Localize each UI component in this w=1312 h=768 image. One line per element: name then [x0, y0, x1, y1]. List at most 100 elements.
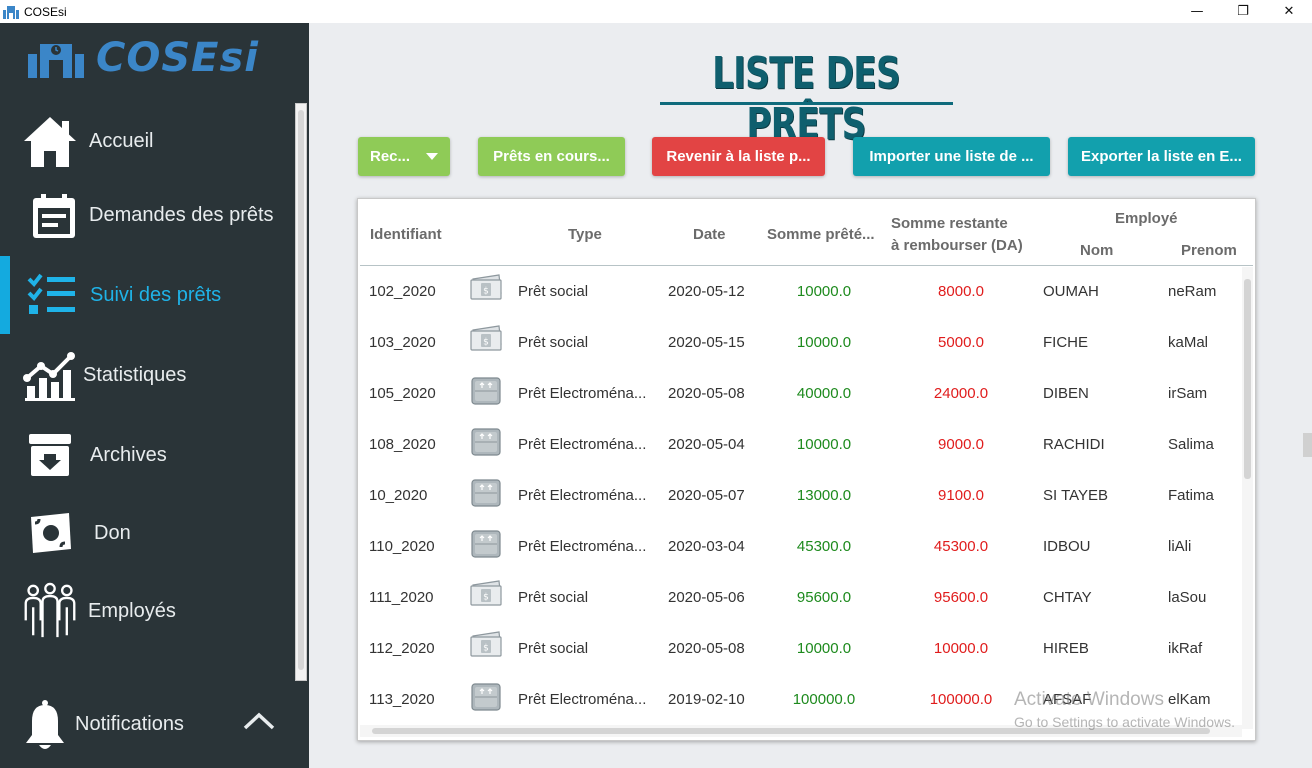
column-header-identifiant[interactable]: Identifiant — [370, 226, 442, 243]
sidebar-item-employes[interactable]: Employés — [0, 581, 294, 641]
appliance-box-icon — [470, 529, 502, 559]
column-header-date[interactable]: Date — [693, 226, 726, 243]
cell-prenom: Salima — [1168, 436, 1214, 453]
edge-handle — [1303, 433, 1312, 457]
cell-somme-pretee: 100000.0 — [792, 691, 856, 708]
cell-type: Prêt social — [518, 334, 589, 351]
cell-identifiant: 105_2020 — [369, 385, 436, 402]
banknote-icon: $ — [470, 274, 502, 304]
cell-date: 2020-05-07 — [668, 487, 745, 504]
cell-prenom: elKam — [1168, 691, 1211, 708]
filter-dropdown[interactable]: Rec... — [358, 137, 450, 176]
cell-date: 2020-05-15 — [668, 334, 745, 351]
cell-prenom: neRam — [1168, 283, 1217, 300]
maximize-button[interactable]: ❐ — [1220, 0, 1266, 23]
sidebar: COSEsi Accueil Demandes des prêts Suivi … — [0, 23, 309, 768]
logo-text: COSEsi — [96, 35, 260, 81]
cell-somme-restante: 8000.0 — [938, 283, 984, 300]
cell-type: Prêt Electroména... — [518, 538, 647, 555]
notifications-panel[interactable]: Notifications — [0, 695, 309, 759]
cell-date: 2020-05-12 — [668, 283, 745, 300]
cell-somme-pretee: 10000.0 — [796, 283, 852, 300]
minimize-button[interactable]: — — [1174, 0, 1220, 23]
bell-icon — [24, 699, 66, 755]
cell-somme-pretee: 10000.0 — [796, 640, 852, 657]
table-vertical-scrollbar[interactable] — [1242, 267, 1253, 729]
column-header-somme-restante[interactable]: Somme restante — [891, 215, 1008, 232]
stats-icon — [22, 347, 78, 403]
table-row[interactable]: $111_2020 Prêt social 2020-05-06 95600.0 956… — [358, 573, 1242, 624]
form-icon — [26, 187, 82, 243]
app-logo-icon — [3, 5, 19, 19]
cell-somme-pretee: 45300.0 — [796, 538, 852, 555]
close-button[interactable]: ✕ — [1266, 0, 1312, 23]
sidebar-item-demandes[interactable]: Demandes des prêts — [0, 185, 294, 245]
appliance-box-icon — [470, 427, 502, 457]
back-to-list-button[interactable]: Revenir à la liste p... — [652, 137, 825, 176]
cell-somme-pretee: 10000.0 — [796, 436, 852, 453]
svg-text:$: $ — [483, 644, 489, 654]
cell-nom: FICHE — [1043, 334, 1088, 351]
cell-nom: DIBEN — [1043, 385, 1089, 402]
cell-somme-restante: 9000.0 — [938, 436, 984, 453]
cell-identifiant: 113_2020 — [369, 691, 435, 708]
cell-nom: HIREB — [1043, 640, 1089, 657]
table-row[interactable]: 110_2020 Prêt Electroména... 2020-03-04 453… — [358, 522, 1242, 573]
sidebar-scrollbar[interactable] — [295, 103, 307, 681]
import-list-button[interactable]: Importer une liste de ... — [853, 137, 1050, 176]
table-row[interactable]: 10_2020 Prêt Electroména... 2020-05-07 1300… — [358, 471, 1242, 522]
activation-watermark-title: Activate Windows — [1014, 689, 1164, 710]
export-list-button[interactable]: Exporter la liste en E... — [1068, 137, 1255, 176]
cell-prenom: irSam — [1168, 385, 1208, 402]
cell-type: Prêt social — [518, 589, 589, 606]
cell-type: Prêt Electroména... — [518, 436, 647, 453]
column-header-type[interactable]: Type — [568, 226, 602, 243]
sidebar-item-statistiques[interactable]: Statistiques — [0, 345, 294, 405]
cell-somme-restante: 5000.0 — [938, 334, 984, 351]
svg-text:$: $ — [483, 593, 489, 603]
vertical-scrollbar-thumb[interactable] — [1244, 279, 1251, 479]
chevron-up-icon[interactable] — [243, 711, 275, 735]
sidebar-item-label: Suivi des prêts — [90, 283, 222, 306]
column-header-nom[interactable]: Nom — [1080, 242, 1113, 259]
cell-prenom: Fatima — [1168, 487, 1214, 504]
filter-dropdown-label: Rec... — [369, 148, 411, 165]
appliance-box-icon — [470, 376, 502, 406]
table-row[interactable]: $102_2020 Prêt social 2020-05-12 10000.0 800… — [358, 267, 1242, 318]
table-row[interactable]: $103_2020 Prêt social 2020-05-15 10000.0 500… — [358, 318, 1242, 369]
cell-prenom: liAli — [1168, 538, 1192, 555]
cell-identifiant: 110_2020 — [369, 538, 435, 555]
banknote-icon: $ — [470, 580, 502, 610]
cell-type: Prêt Electroména... — [518, 487, 647, 504]
activation-watermark-subtitle: Go to Settings to activate Windows. — [1014, 714, 1235, 730]
sidebar-item-accueil[interactable]: Accueil — [0, 111, 294, 171]
sidebar-item-suivi[interactable]: Suivi des prêts — [0, 265, 294, 325]
cell-somme-pretee: 95600.0 — [796, 589, 852, 606]
cell-date: 2020-05-06 — [668, 589, 745, 606]
sidebar-item-archives[interactable]: Archives — [0, 425, 294, 485]
cell-somme-restante: 9100.0 — [938, 487, 984, 504]
loans-in-progress-button[interactable]: Prêts en cours... — [478, 137, 625, 176]
cell-nom: RACHIDI — [1043, 436, 1105, 453]
table-row[interactable]: 105_2020 Prêt Electroména... 2020-05-08 400… — [358, 369, 1242, 420]
sidebar-item-don[interactable]: Don — [0, 503, 294, 563]
table-row[interactable]: $112_2020 Prêt social 2020-05-08 10000.0 100… — [358, 624, 1242, 675]
sidebar-item-label: Demandes des prêts — [89, 203, 274, 226]
cell-date: 2020-05-08 — [668, 385, 745, 402]
column-header-somme-pretee[interactable]: Somme prêté... — [767, 226, 875, 243]
cell-nom: OUMAH — [1043, 283, 1099, 300]
cell-nom: SI TAYEB — [1043, 487, 1109, 504]
window-titlebar: COSEsi — ❐ ✕ — [0, 0, 1312, 23]
sidebar-scrollbar-thumb[interactable] — [298, 110, 304, 670]
loans-table: Identifiant Type Date Somme prêté... Som… — [357, 198, 1256, 741]
sidebar-item-label: Statistiques — [83, 363, 187, 386]
sidebar-item-label: Accueil — [89, 129, 154, 152]
cell-date: 2020-05-04 — [668, 436, 745, 453]
archive-icon — [22, 427, 78, 483]
table-row[interactable]: 108_2020 Prêt Electroména... 2020-05-04 100… — [358, 420, 1242, 471]
cell-somme-pretee: 40000.0 — [796, 385, 852, 402]
chevron-down-icon — [426, 153, 439, 160]
column-header-somme-restante-line2: à rembourser (DA) — [891, 237, 1023, 254]
sidebar-item-label: Archives — [90, 443, 167, 466]
column-header-prenom[interactable]: Prenom — [1181, 242, 1237, 259]
